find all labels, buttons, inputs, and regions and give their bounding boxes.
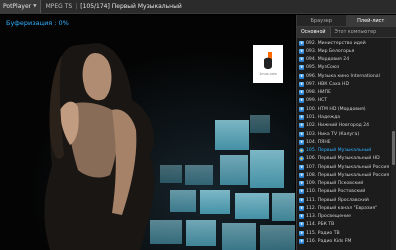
play-icon [299, 164, 304, 170]
video-area[interactable]: Буферизация : 0% 1mus.com [0, 15, 295, 250]
playlist-item[interactable]: 111. Первый Ярославский [297, 196, 391, 204]
buffering-status: Буферизация : 0% [6, 19, 69, 27]
playlist-item-label: 112. Первый канал "Евразия" [306, 205, 378, 211]
playlist-item-label: 110. Первый Ростовский [306, 189, 366, 195]
playlist-list: 092. Министерство идей 093. Мир Белогорья… [297, 39, 391, 250]
play-icon [299, 81, 304, 87]
playlist-scrollbar[interactable] [391, 39, 396, 250]
playlist-item[interactable]: 098. НИПЕ [297, 89, 391, 97]
ie-icon [299, 148, 304, 154]
playlist-item[interactable]: 112. Первый канал "Евразия" [297, 204, 391, 212]
playlist-item-label: 104. ПЯНЕ [306, 139, 331, 145]
play-icon [299, 48, 304, 54]
playlist-item[interactable]: 116. Радио Kids FM [297, 237, 391, 245]
playlist-item[interactable]: 114. РБК ТВ [297, 221, 391, 229]
subtab-main[interactable]: Основной [297, 27, 331, 37]
playlist-item[interactable]: 106. Первый Музыкальный HD [297, 155, 391, 163]
playlist-item[interactable]: 108. Первый Музыкальный Россия HD [297, 171, 391, 179]
play-icon [299, 214, 304, 220]
playlist-item-label: 099. НСТ [306, 98, 328, 104]
playlist-item-label: 115. Радио ТВ [306, 230, 340, 236]
playlist-item-label: 103. Ника TV (Калуга) [306, 131, 360, 137]
playlist-item[interactable]: 115. Радио ТВ [297, 229, 391, 237]
play-icon [299, 230, 304, 236]
play-icon [299, 197, 304, 203]
playlist-item[interactable]: 094. Мордовия 24 [297, 56, 391, 64]
play-icon [299, 98, 304, 104]
current-channel-title: [105/174] Первый Музыкальный [80, 3, 182, 10]
playlist-item[interactable]: 099. НСТ [297, 97, 391, 105]
playlist-item[interactable]: 093. Мир Белогорья [297, 47, 391, 55]
playlist-item-label: 092. Министерство идей [306, 40, 366, 46]
playlist-item-label: 107. Первый Музыкальный Россия [306, 164, 390, 170]
app-name: PotPlayer [3, 3, 32, 10]
playlist-item[interactable]: 105. Первый Музыкальный [297, 146, 391, 154]
playlist-item[interactable]: 100. НТМ HD (Мордовия) [297, 105, 391, 113]
play-icon [299, 181, 304, 187]
chevron-down-icon: ▼ [33, 4, 37, 9]
tab-playlist[interactable]: Плей-лист [346, 15, 396, 26]
play-icon [299, 131, 304, 137]
playlist-item[interactable]: 107. Первый Музыкальный Россия [297, 163, 391, 171]
playlist-item-label: 094. Мордовия 24 [306, 57, 350, 63]
play-icon [299, 106, 304, 112]
window-title: MPEG TS | [105/174] Первый Музыкальный [46, 3, 182, 10]
play-icon [299, 139, 304, 145]
play-icon [299, 205, 304, 211]
play-icon [299, 189, 304, 195]
playlist-item-label: 098. НИПЕ [306, 90, 331, 96]
playlist-item[interactable]: 110. Первый Ростовский [297, 188, 391, 196]
stream-format: MPEG TS [45, 3, 73, 10]
playlist-item-label: 108. Первый Музыкальный Россия HD [306, 172, 391, 178]
panel-tabs: Браузер Плей-лист [297, 15, 396, 27]
playlist-item[interactable]: 103. Ника TV (Калуга) [297, 130, 391, 138]
playlist-item-label: 114. РБК ТВ [306, 222, 335, 228]
playlist-item[interactable]: 113. Просвещение [297, 213, 391, 221]
playlist-item[interactable]: 096. Музыка кино International [297, 72, 391, 80]
playlist-item[interactable]: 102. Нижний Новгород 24 [297, 122, 391, 130]
playlist-subtabs: Основной Этот компьютер [297, 27, 396, 38]
subtab-this-computer[interactable]: Этот компьютер [330, 27, 396, 37]
playlist-item-label: 102. Нижний Новгород 24 [306, 123, 370, 129]
playlist-item-label: 095. МузСоюз [306, 65, 340, 71]
play-icon [299, 115, 304, 121]
play-icon [299, 239, 304, 244]
channel-logo: 1mus.com [253, 45, 283, 83]
playlist-item-label: 113. Просвещение [306, 214, 351, 220]
play-icon [299, 90, 304, 96]
ie-icon [299, 156, 304, 162]
play-icon [299, 172, 304, 178]
playlist-item-label: 111. Первый Ярославский [306, 197, 369, 203]
play-icon [299, 222, 304, 228]
playlist-item[interactable]: 095. МузСоюз [297, 64, 391, 72]
title-separator: | [75, 3, 78, 10]
tab-browser[interactable]: Браузер [297, 15, 347, 26]
scrollbar-thumb[interactable] [392, 131, 395, 165]
channel-logo-text: 1mus.com [259, 72, 277, 76]
play-icon [299, 40, 304, 46]
playlist-item[interactable]: 104. ПЯНЕ [297, 138, 391, 146]
playlist-panel: Браузер Плей-лист Основной Этот компьюте… [296, 15, 396, 250]
play-icon [299, 65, 304, 71]
playlist-item[interactable]: 109. Первый Псковский [297, 180, 391, 188]
playlist-item[interactable]: 097. НВК Саха HD [297, 80, 391, 88]
playlist-item-label: 097. НВК Саха HD [306, 81, 350, 87]
playlist-item[interactable]: 092. Министерство идей [297, 39, 391, 47]
app-menu-button[interactable]: PotPlayer ▼ [0, 0, 41, 13]
playlist-item-label: 106. Первый Музыкальный HD [306, 156, 380, 162]
play-icon [299, 123, 304, 129]
title-bar: PotPlayer ▼ MPEG TS | [105/174] Первый Муз… [0, 0, 396, 14]
playlist-item-label: 105. Первый Музыкальный [306, 148, 372, 154]
playlist-item-label: 116. Радио Kids FM [306, 239, 352, 244]
first-music-logo-icon [264, 52, 272, 69]
playlist-item-label: 100. НТМ HD (Мордовия) [306, 106, 366, 112]
video-frame [0, 15, 295, 250]
playlist-item[interactable]: 101. Надежда [297, 113, 391, 121]
playlist-item-label: 101. Надежда [306, 115, 341, 121]
playlist-item-label: 096. Музыка кино International [306, 73, 380, 79]
playlist-item-label: 109. Первый Псковский [306, 181, 364, 187]
play-icon [299, 57, 304, 63]
playlist-item-label: 093. Мир Белогорья [306, 48, 355, 54]
play-icon [299, 73, 304, 79]
